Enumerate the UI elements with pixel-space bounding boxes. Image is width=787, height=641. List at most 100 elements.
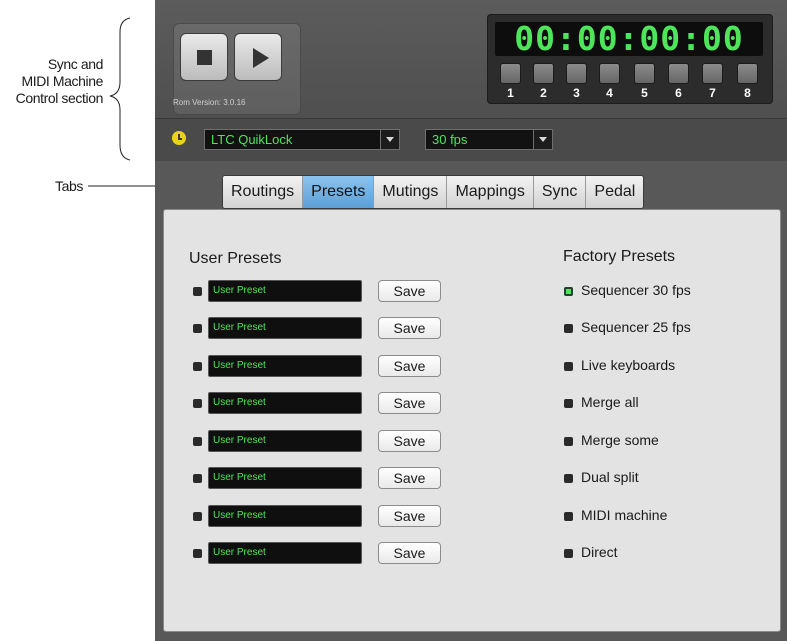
preset-indicator-led xyxy=(193,324,202,333)
mmc-label: 2 xyxy=(540,86,547,100)
preset-indicator-led xyxy=(193,287,202,296)
mmc-label: 7 xyxy=(709,86,716,100)
frame-rate-value: 30 fps xyxy=(432,132,468,147)
user-presets-title: User Presets xyxy=(189,250,282,267)
preset-selected-led xyxy=(564,287,573,296)
preset-indicator-led xyxy=(564,474,573,483)
user-preset-row: User Preset Save xyxy=(164,466,464,490)
mmc-label: 4 xyxy=(606,86,613,100)
chevron-down-icon xyxy=(380,130,399,149)
mmc-label: 6 xyxy=(675,86,682,100)
save-button[interactable]: Save xyxy=(378,280,441,302)
factory-preset-item[interactable]: Merge all xyxy=(564,393,764,415)
save-button[interactable]: Save xyxy=(378,505,441,527)
mmc-label: 3 xyxy=(573,86,580,100)
preset-indicator-led xyxy=(193,437,202,446)
factory-preset-label: Dual split xyxy=(581,469,639,485)
factory-preset-item[interactable]: Sequencer 30 fps xyxy=(564,281,764,303)
tab-mutings[interactable]: Mutings xyxy=(374,176,448,208)
save-button[interactable]: Save xyxy=(378,317,441,339)
sync-section-brace xyxy=(109,17,131,161)
tab-bar: Routings Presets Mutings Mappings Sync P… xyxy=(222,175,645,209)
factory-preset-label: Merge all xyxy=(581,394,639,410)
preset-indicator-led xyxy=(564,362,573,371)
factory-preset-label: Sequencer 30 fps xyxy=(581,282,691,298)
preset-indicator-led xyxy=(193,362,202,371)
factory-preset-label: Sequencer 25 fps xyxy=(581,319,691,335)
stop-button[interactable] xyxy=(180,33,228,81)
sync-mmc-section: Rom Version: 3.0.16 00:00:00:00 1 2 3 4 … xyxy=(155,0,787,118)
tab-routings[interactable]: Routings xyxy=(223,176,304,208)
preset-indicator-led xyxy=(193,512,202,521)
annotation-line-3: Control section xyxy=(15,90,104,106)
user-preset-name-field[interactable]: User Preset xyxy=(208,392,362,414)
timecode-panel: 00:00:00:00 1 2 3 4 5 6 7 8 xyxy=(487,14,773,104)
presets-panel: User Presets Factory Presets User Preset… xyxy=(163,209,781,632)
sync-source-dropdown[interactable]: LTC QuikLock xyxy=(204,129,400,150)
tab-pedal[interactable]: Pedal xyxy=(586,176,644,208)
user-preset-row: User Preset Save xyxy=(164,429,464,453)
factory-preset-label: Merge some xyxy=(581,432,659,448)
user-preset-name-field[interactable]: User Preset xyxy=(208,430,362,452)
mmc-button-7[interactable] xyxy=(702,63,723,84)
frame-rate-dropdown[interactable]: 30 fps xyxy=(425,129,553,150)
user-preset-row: User Preset Save xyxy=(164,354,464,378)
factory-preset-item[interactable]: Live keyboards xyxy=(564,356,764,378)
stop-icon xyxy=(197,50,212,65)
sync-settings-row: LTC QuikLock 30 fps xyxy=(155,118,787,161)
tab-sync[interactable]: Sync xyxy=(533,176,587,208)
play-icon xyxy=(253,48,269,68)
user-preset-name-field[interactable]: User Preset xyxy=(208,355,362,377)
factory-preset-label: MIDI machine xyxy=(581,507,668,523)
factory-presets-title: Factory Presets xyxy=(563,248,676,265)
mmc-button-8[interactable] xyxy=(737,63,758,84)
save-button[interactable]: Save xyxy=(378,430,441,452)
preset-indicator-led xyxy=(564,549,573,558)
preset-indicator-led xyxy=(564,512,573,521)
user-preset-row: User Preset Save xyxy=(164,279,464,303)
factory-preset-item[interactable]: Sequencer 25 fps xyxy=(564,318,764,340)
mmc-button-2[interactable] xyxy=(533,63,554,84)
preset-indicator-led xyxy=(193,399,202,408)
user-preset-row: User Preset Save xyxy=(164,541,464,565)
factory-preset-item[interactable]: Merge some xyxy=(564,431,764,453)
preset-indicator-led xyxy=(193,549,202,558)
save-button[interactable]: Save xyxy=(378,467,441,489)
user-preset-name-field[interactable]: User Preset xyxy=(208,280,362,302)
user-preset-name-field[interactable]: User Preset xyxy=(208,467,362,489)
user-preset-name-field[interactable]: User Preset xyxy=(208,542,362,564)
tab-presets[interactable]: Presets xyxy=(303,176,375,208)
annotation-sync-section: Sync and MIDI Machine Control section xyxy=(0,56,104,107)
mmc-button-3[interactable] xyxy=(566,63,587,84)
factory-preset-label: Live keyboards xyxy=(581,357,676,373)
factory-preset-item[interactable]: Dual split xyxy=(564,468,764,490)
mmc-button-1[interactable] xyxy=(500,63,521,84)
mmc-button-5[interactable] xyxy=(634,63,655,84)
user-preset-name-field[interactable]: User Preset xyxy=(208,505,362,527)
save-button[interactable]: Save xyxy=(378,542,441,564)
clock-icon xyxy=(172,131,186,145)
save-button[interactable]: Save xyxy=(378,392,441,414)
factory-preset-item[interactable]: MIDI machine xyxy=(564,506,764,528)
factory-preset-item[interactable]: Direct xyxy=(564,543,764,565)
timecode-display: 00:00:00:00 xyxy=(495,22,763,56)
factory-preset-label: Direct xyxy=(581,544,618,560)
app-window: Rom Version: 3.0.16 00:00:00:00 1 2 3 4 … xyxy=(155,0,787,641)
save-button[interactable]: Save xyxy=(378,355,441,377)
tab-mappings[interactable]: Mappings xyxy=(447,176,534,208)
annotation-tabs: Tabs xyxy=(55,178,83,194)
annotation-line-2: MIDI Machine xyxy=(21,73,103,89)
user-preset-row: User Preset Save xyxy=(164,504,464,528)
user-preset-name-field[interactable]: User Preset xyxy=(208,317,362,339)
sync-source-value: LTC QuikLock xyxy=(211,132,293,147)
mmc-label: 8 xyxy=(744,86,751,100)
preset-indicator-led xyxy=(564,324,573,333)
mmc-label: 1 xyxy=(507,86,514,100)
preset-indicator-led xyxy=(193,474,202,483)
preset-indicator-led xyxy=(564,399,573,408)
mmc-button-4[interactable] xyxy=(599,63,620,84)
play-button[interactable] xyxy=(234,33,282,81)
mmc-label: 5 xyxy=(641,86,648,100)
annotation-line-1: Sync and xyxy=(47,56,104,72)
mmc-button-6[interactable] xyxy=(668,63,689,84)
